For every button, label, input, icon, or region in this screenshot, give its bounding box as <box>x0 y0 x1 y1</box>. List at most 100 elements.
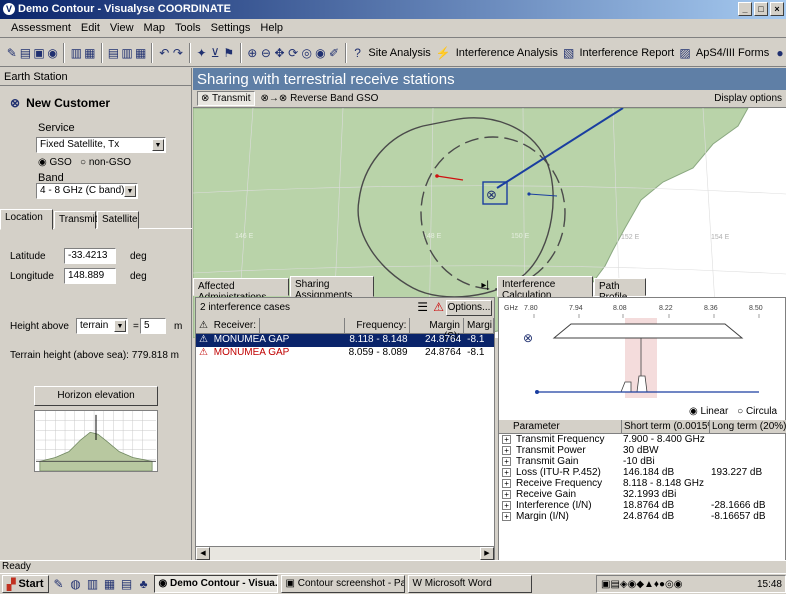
tab-sharing-assignments[interactable]: Sharing Assignments <box>290 276 374 301</box>
satellite-icon[interactable]: ✦ <box>196 44 208 62</box>
col-margin-s[interactable]: Margin (S): <box>410 318 464 342</box>
new-icon[interactable]: ✎ <box>6 44 18 62</box>
gso-radio[interactable]: ◉ GSO <box>38 157 72 168</box>
undo-icon[interactable]: ↶ <box>158 44 170 62</box>
chevron-down-icon[interactable]: ▼ <box>114 320 126 332</box>
expand-icon[interactable]: + <box>502 457 511 466</box>
display-options-button[interactable]: Display options <box>714 93 782 104</box>
scroll-right-icon[interactable]: ▶ <box>480 547 494 560</box>
table-row[interactable]: + Receive Gain 32.1993 dBi <box>499 489 786 500</box>
list-view-icon[interactable]: ☰ <box>417 300 428 314</box>
expand-icon[interactable]: + <box>502 446 511 455</box>
expand-icon[interactable]: + <box>502 479 511 488</box>
media-icon[interactable]: ▤ <box>120 575 134 593</box>
col-frequency[interactable]: Frequency: <box>345 318 411 333</box>
tab-satellite[interactable]: Satellite <box>97 211 139 229</box>
col-margin-l[interactable]: Margi <box>464 318 494 333</box>
horizon-elevation-button[interactable]: Horizon elevation <box>34 386 158 406</box>
table-row[interactable]: + Receive Frequency 8.118 - 8.148 GHz <box>499 478 786 489</box>
options-button[interactable]: Options... <box>446 300 492 316</box>
table-row[interactable]: + Margin (I/N) 24.8764 dB -8.16657 dB <box>499 511 786 522</box>
minimize-button[interactable]: _ <box>738 2 752 16</box>
interference-report-link[interactable]: Interference Report <box>576 47 677 59</box>
scroll-left-icon[interactable]: ◀ <box>196 547 210 560</box>
nongso-radio[interactable]: ○ non-GSO <box>80 157 131 168</box>
save-icon[interactable]: ▣ <box>33 44 45 62</box>
table-row[interactable]: ⚠ MONUMEA GAP 8.118 - 8.148 24.8764 -8.1 <box>196 334 494 347</box>
taskbar-item-word[interactable]: W Microsoft Word <box>407 575 532 593</box>
interference-analysis-link[interactable]: Interference Analysis <box>453 47 561 59</box>
band-select[interactable]: 4 - 8 GHz (C band) ▼ <box>36 183 138 199</box>
record-icon[interactable]: ◉ <box>315 44 327 62</box>
tab-scroll-icon[interactable]: ▸| <box>481 280 489 291</box>
chevron-down-icon[interactable]: ▼ <box>152 139 164 151</box>
customer-name[interactable]: ⊗ New Customer <box>10 96 110 110</box>
tab-location[interactable]: Location <box>0 209 53 230</box>
tab-interference-calculation[interactable]: Interference Calculation <box>497 276 593 301</box>
expand-icon[interactable]: + <box>502 501 511 510</box>
col-long-term[interactable]: Long term (20%) <box>709 420 786 433</box>
tab-path-profile[interactable]: Path Profile <box>594 278 646 303</box>
explorer-icon[interactable]: ▥ <box>86 575 100 593</box>
quick-launch-icon[interactable]: ✎ <box>52 575 66 593</box>
expand-icon[interactable]: + <box>502 512 511 521</box>
menu-edit[interactable]: Edit <box>76 19 105 37</box>
maximize-button[interactable]: □ <box>754 2 768 16</box>
zoom-out-icon[interactable]: ⊖ <box>260 44 272 62</box>
help-query-icon[interactable]: ? <box>352 44 364 62</box>
desktop-icon[interactable]: ▦ <box>103 575 117 593</box>
site-analysis-link[interactable]: Site Analysis <box>365 47 433 59</box>
longitude-field[interactable]: 148.889 <box>64 268 116 284</box>
pan-icon[interactable]: ✥ <box>274 44 286 62</box>
layout-icon[interactable]: ▦ <box>84 44 96 62</box>
table-row[interactable]: + Interference (I/N) 18.8764 dB -28.1666 dB <box>499 500 786 511</box>
expand-icon[interactable]: + <box>502 435 511 444</box>
aps4-forms-link[interactable]: ApS4/III Forms <box>693 47 772 59</box>
menu-settings[interactable]: Settings <box>206 19 256 37</box>
latitude-field[interactable]: -33.4213 <box>64 248 116 264</box>
table-row[interactable]: + Loss (ITU-R P.452) 146.184 dB 193.227 dB <box>499 467 786 478</box>
expand-icon[interactable]: + <box>502 468 511 477</box>
table-row[interactable]: ⚠ MONUMEA GAP 8.059 - 8.089 24.8764 -8.1 <box>196 347 494 360</box>
height-reference-select[interactable]: terrain ▼ <box>76 318 128 334</box>
browser-icon[interactable]: ◍ <box>69 575 83 593</box>
chevron-down-icon[interactable]: ▼ <box>124 185 136 197</box>
pen-icon[interactable]: ✐ <box>328 44 340 62</box>
app-icon[interactable]: ♣ <box>137 575 151 593</box>
antenna-icon[interactable]: ⊻ <box>209 44 221 62</box>
table-row[interactable]: + Transmit Gain -10 dBi <box>499 456 786 467</box>
panel-icon[interactable]: ▥ <box>121 44 133 62</box>
filter-icon[interactable]: ⚠ <box>433 300 444 314</box>
menu-tools[interactable]: Tools <box>170 19 206 37</box>
close-button[interactable]: × <box>770 2 784 16</box>
circular-radio[interactable]: ○ Circula <box>737 406 777 417</box>
panel-icon[interactable]: ▦ <box>135 44 147 62</box>
linear-radio[interactable]: ◉ Linear <box>689 406 728 417</box>
tray-icons[interactable]: ▣▤◈◉◆▲♦●◎◉ <box>601 579 683 590</box>
menu-view[interactable]: View <box>105 19 139 37</box>
earth-icon[interactable]: ◉ <box>47 44 59 62</box>
table-row[interactable]: + Transmit Power 30 dBW <box>499 445 786 456</box>
station-icon[interactable]: ⚑ <box>223 44 235 62</box>
open-icon[interactable]: ▤ <box>20 44 32 62</box>
col-receiver[interactable]: ⚠ Receiver: <box>196 318 345 333</box>
globe-icon[interactable]: ◎ <box>301 44 313 62</box>
horizontal-scrollbar[interactable]: ◀ ▶ <box>196 546 494 560</box>
service-select[interactable]: Fixed Satellite, Tx ▼ <box>36 137 166 153</box>
rotate-icon[interactable]: ⟳ <box>287 44 299 62</box>
earth-station-icon[interactable]: ⊗ <box>486 187 497 202</box>
redo-icon[interactable]: ↷ <box>172 44 184 62</box>
taskbar-item-paint[interactable]: ▣ Contour screenshot - Paint <box>280 575 405 593</box>
reverse-band-toggle[interactable]: ⊗→⊗ Reverse Band GSO <box>261 93 379 104</box>
zoom-in-icon[interactable]: ⊕ <box>247 44 259 62</box>
layout-icon[interactable]: ▥ <box>70 44 82 62</box>
taskbar-item-visualyse[interactable]: ◉ Demo Contour - Visua... <box>153 575 278 593</box>
expand-icon[interactable]: + <box>502 490 511 499</box>
tab-transmit[interactable]: Transmit <box>54 211 98 229</box>
panel-icon[interactable]: ▤ <box>108 44 120 62</box>
col-parameter[interactable]: Parameter <box>499 420 621 433</box>
start-button[interactable]: ▞ Start <box>2 575 49 593</box>
tab-affected-administrations[interactable]: Affected Administrations <box>193 278 289 303</box>
transmit-toggle[interactable]: ⊗ Transmit <box>197 91 255 106</box>
help-icon[interactable]: ● <box>774 44 786 62</box>
